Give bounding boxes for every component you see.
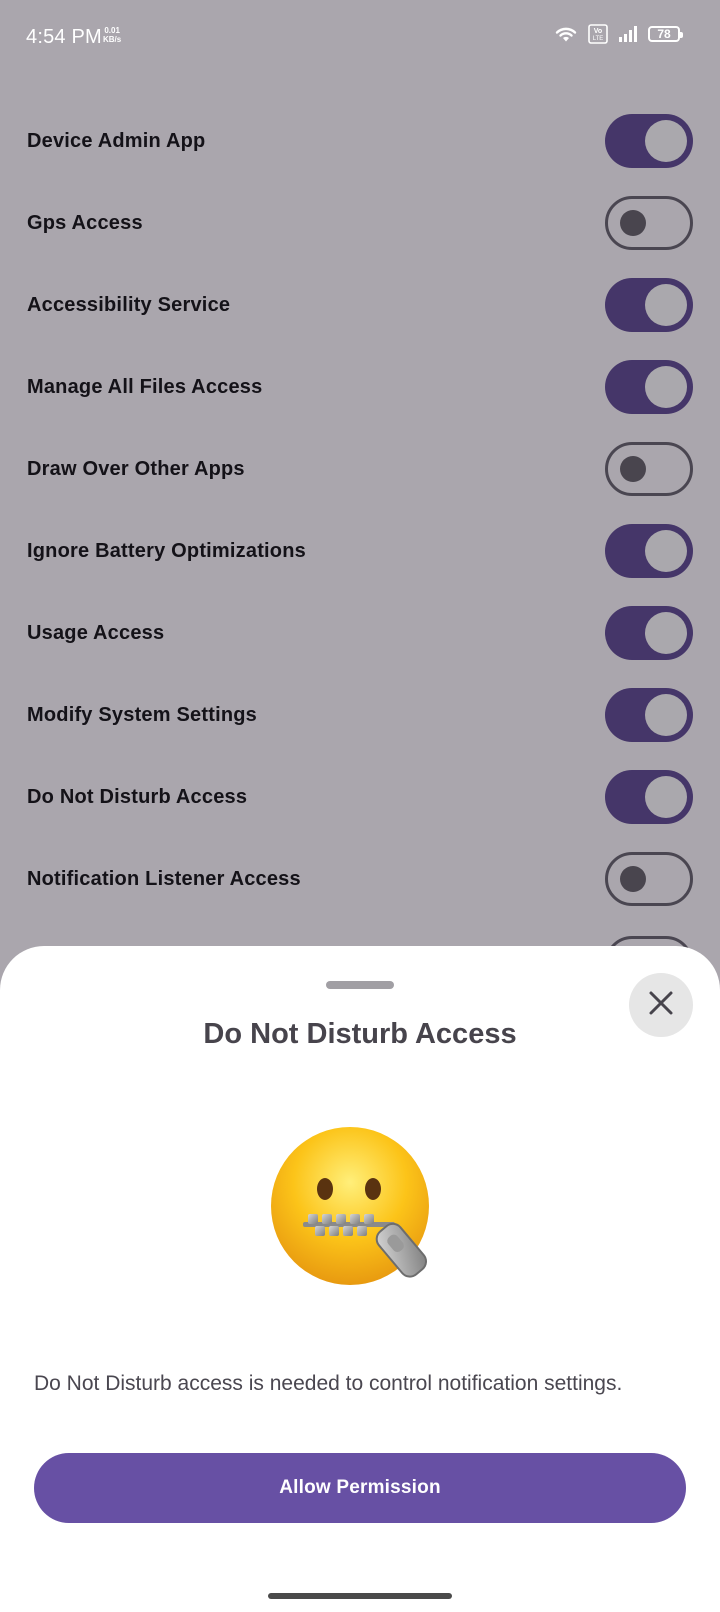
toggle-accessibility-service[interactable] (605, 278, 693, 332)
permission-row-device-admin-app: Device Admin App (0, 100, 720, 182)
sheet-title: Do Not Disturb Access (203, 1018, 517, 1050)
permission-row-do-not-disturb-access: Do Not Disturb Access (0, 756, 720, 838)
toggle-knob (645, 612, 687, 654)
permission-label: Accessibility Service (27, 293, 231, 316)
permission-label: Draw Over Other Apps (27, 457, 245, 480)
home-indicator[interactable] (268, 1593, 452, 1599)
toggle-knob (620, 456, 646, 482)
drag-handle[interactable] (326, 981, 394, 989)
permission-row-draw-over-other-apps: Draw Over Other Apps (0, 428, 720, 510)
status-time: 4:54 PM (26, 26, 102, 48)
permission-label: Ignore Battery Optimizations (27, 539, 306, 562)
toggle-ignore-battery-optimizations[interactable] (605, 524, 693, 578)
toggle-knob (620, 866, 646, 892)
battery-icon: 78 (648, 26, 683, 42)
permission-row-manage-all-files-access: Manage All Files Access (0, 346, 720, 428)
permission-label: Notification Listener Access (27, 867, 301, 890)
toggle-knob (645, 694, 687, 736)
permission-label: Gps Access (27, 211, 143, 234)
permission-label: Do Not Disturb Access (27, 785, 248, 808)
permission-label: Modify System Settings (27, 703, 257, 726)
bottom-sheet: Do Not Disturb Access Do Not Disturb acc… (0, 946, 720, 1612)
toggle-gps-access[interactable] (605, 196, 693, 250)
svg-text:Vo: Vo (594, 28, 602, 35)
signal-icon (618, 25, 638, 43)
network-speed-unit: KB/s (103, 35, 122, 44)
network-speed-value: 0.01 (104, 26, 120, 35)
toggle-usage-access[interactable] (605, 606, 693, 660)
toggle-notification-listener-access[interactable] (605, 852, 693, 906)
battery-level: 78 (657, 27, 671, 41)
svg-text:LTE: LTE (593, 36, 604, 42)
toggle-knob (645, 120, 687, 162)
permission-label: Manage All Files Access (27, 375, 263, 398)
status-bar: 4:54 PM 0.01 KB/s Vo LTE 78 (0, 0, 720, 80)
close-icon (648, 990, 674, 1021)
toggle-modify-system-settings[interactable] (605, 688, 693, 742)
toggle-knob (620, 210, 646, 236)
sheet-description: Do Not Disturb access is needed to contr… (34, 1372, 623, 1395)
permission-row-gps-access: Gps Access (0, 182, 720, 264)
toggle-knob (645, 530, 687, 572)
permission-list: Device Admin App Gps Access Accessibility … (0, 100, 720, 920)
volte-icon: Vo LTE (588, 24, 608, 44)
zipper-mouth-face-icon (270, 1126, 450, 1296)
permission-row-notification-listener-access: Notification Listener Access (0, 838, 720, 920)
toggle-knob (645, 776, 687, 818)
permission-row-usage-access: Usage Access (0, 592, 720, 674)
permission-label: Device Admin App (27, 129, 206, 152)
toggle-knob (645, 366, 687, 408)
toggle-manage-all-files-access[interactable] (605, 360, 693, 414)
permission-row-accessibility-service: Accessibility Service (0, 264, 720, 346)
permission-row-ignore-battery-optimizations: Ignore Battery Optimizations (0, 510, 720, 592)
wifi-icon (554, 25, 578, 43)
toggle-do-not-disturb-access[interactable] (605, 770, 693, 824)
network-speed: 0.01 KB/s (103, 26, 121, 44)
permission-label: Usage Access (27, 621, 165, 644)
status-icons: Vo LTE 78 (554, 24, 683, 44)
toggle-device-admin-app[interactable] (605, 114, 693, 168)
toggle-knob (645, 284, 687, 326)
toggle-draw-over-other-apps[interactable] (605, 442, 693, 496)
allow-permission-button[interactable]: Allow Permission (34, 1453, 686, 1523)
permission-row-modify-system-settings: Modify System Settings (0, 674, 720, 756)
